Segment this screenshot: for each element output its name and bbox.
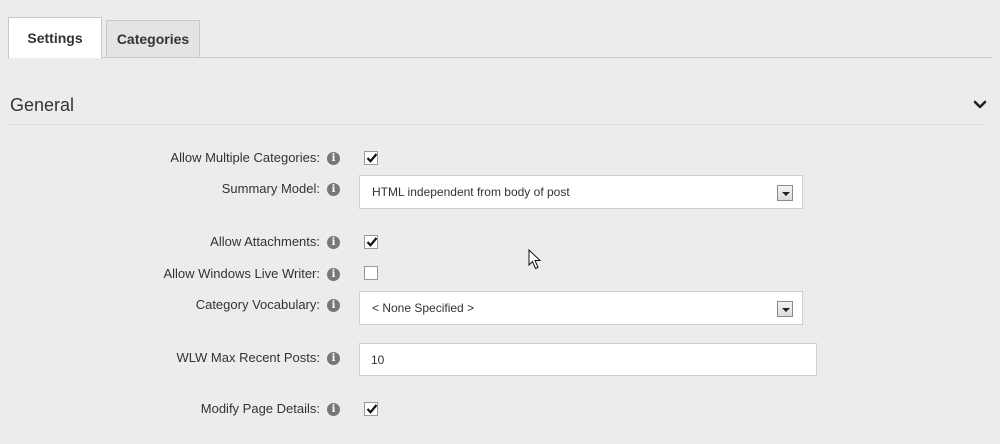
wlw-max-recent-posts-input[interactable]: 10 bbox=[359, 343, 817, 376]
checkmark-icon bbox=[366, 237, 378, 247]
modify-page-details-checkbox[interactable] bbox=[364, 402, 378, 416]
dropdown-arrow-icon[interactable] bbox=[777, 185, 793, 201]
chevron-down-icon[interactable] bbox=[973, 99, 987, 111]
info-icon[interactable]: i bbox=[327, 299, 340, 312]
wlw-max-recent-posts-value: 10 bbox=[371, 353, 385, 367]
allow-attachments-checkbox[interactable] bbox=[364, 235, 378, 249]
info-icon[interactable]: i bbox=[327, 352, 340, 365]
allow-multiple-categories-label: Allow Multiple Categories: bbox=[170, 150, 320, 165]
modify-page-details-label: Modify Page Details: bbox=[200, 401, 320, 416]
summary-model-value: HTML independent from body of post bbox=[372, 185, 570, 199]
allow-multiple-categories-checkbox[interactable] bbox=[364, 151, 378, 165]
info-icon[interactable]: i bbox=[327, 183, 340, 196]
allow-attachments-label: Allow Attachments: bbox=[210, 234, 320, 249]
category-vocabulary-label: Category Vocabulary: bbox=[195, 297, 320, 312]
category-vocabulary-select[interactable]: < None Specified > bbox=[359, 291, 803, 325]
section-divider bbox=[8, 124, 986, 125]
info-icon[interactable]: i bbox=[327, 236, 340, 249]
info-icon[interactable]: i bbox=[327, 152, 340, 165]
wlw-max-recent-posts-label: WLW Max Recent Posts: bbox=[176, 350, 320, 365]
tab-settings[interactable]: Settings bbox=[8, 17, 102, 58]
mouse-cursor-icon bbox=[528, 249, 542, 270]
allow-windows-live-writer-checkbox[interactable] bbox=[364, 266, 378, 280]
summary-model-label: Summary Model: bbox=[221, 181, 320, 196]
checkmark-icon bbox=[366, 404, 378, 414]
checkmark-icon bbox=[366, 153, 378, 163]
category-vocabulary-value: < None Specified > bbox=[372, 301, 475, 315]
tab-categories[interactable]: Categories bbox=[106, 20, 200, 57]
tabs-divider bbox=[8, 57, 992, 58]
info-icon[interactable]: i bbox=[327, 268, 340, 281]
section-title: General bbox=[10, 95, 75, 115]
summary-model-select[interactable]: HTML independent from body of post bbox=[359, 175, 803, 209]
dropdown-arrow-icon[interactable] bbox=[777, 301, 793, 317]
allow-windows-live-writer-label: Allow Windows Live Writer: bbox=[163, 266, 320, 281]
info-icon[interactable]: i bbox=[327, 403, 340, 416]
